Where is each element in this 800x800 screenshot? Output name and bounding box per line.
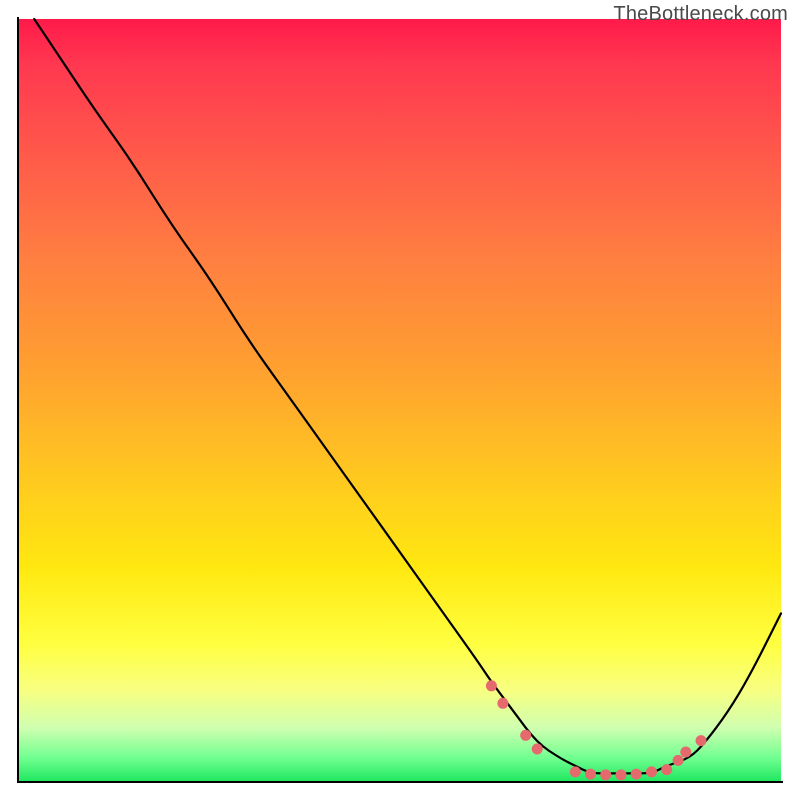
chart-svg (19, 19, 781, 781)
bottleneck-curve (34, 19, 781, 773)
marker-point (497, 698, 508, 709)
marker-point (646, 766, 657, 777)
chart-container: TheBottleneck.com (0, 0, 800, 800)
plot-area (19, 19, 781, 781)
marker-point (570, 766, 581, 777)
bottleneck-markers (486, 680, 707, 780)
marker-point (680, 747, 691, 758)
marker-point (661, 764, 672, 775)
marker-point (631, 769, 642, 780)
marker-point (600, 769, 611, 780)
marker-point (616, 769, 627, 780)
marker-point (486, 680, 497, 691)
marker-point (585, 769, 596, 780)
marker-point (696, 735, 707, 746)
marker-point (673, 755, 684, 766)
y-axis-line (17, 17, 19, 783)
marker-point (532, 744, 543, 755)
x-axis-line (17, 781, 783, 783)
watermark-text: TheBottleneck.com (613, 3, 788, 26)
marker-point (520, 730, 531, 741)
